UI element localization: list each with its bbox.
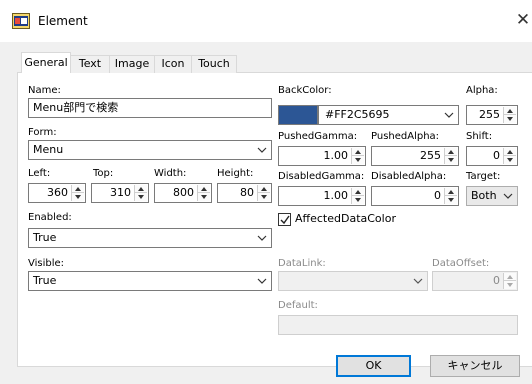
left-stepper[interactable]: 360 bbox=[28, 183, 86, 203]
data-offset-label: DataOffset: bbox=[432, 258, 490, 269]
left-value: 360 bbox=[47, 186, 68, 199]
spin-arrows-icon[interactable] bbox=[503, 273, 516, 289]
chevron-down-icon bbox=[257, 235, 267, 241]
spin-arrows-icon[interactable] bbox=[503, 107, 516, 123]
tab-icon[interactable]: Icon bbox=[154, 55, 192, 73]
height-stepper[interactable]: 80 bbox=[217, 183, 272, 203]
disabled-gamma-value: 1.00 bbox=[323, 189, 349, 202]
affected-data-color-checkbox[interactable] bbox=[278, 213, 291, 226]
form-select[interactable]: Menu bbox=[28, 140, 272, 160]
data-offset-value: 0 bbox=[493, 274, 500, 287]
pushed-alpha-value: 255 bbox=[420, 149, 441, 162]
pushed-gamma-value: 1.00 bbox=[323, 149, 349, 162]
disabled-gamma-label: DisabledGamma: bbox=[278, 171, 365, 182]
pushed-gamma-label: PushedGamma: bbox=[278, 131, 358, 142]
chevron-down-icon bbox=[257, 147, 267, 153]
chevron-down-icon bbox=[503, 193, 513, 199]
spin-arrows-icon[interactable] bbox=[444, 188, 457, 204]
data-link-select[interactable] bbox=[278, 271, 428, 291]
spin-arrows-icon[interactable] bbox=[444, 148, 457, 164]
data-link-label: DataLink: bbox=[278, 258, 326, 269]
left-label: Left: bbox=[28, 168, 51, 179]
app-icon bbox=[12, 13, 30, 29]
shift-stepper[interactable]: 0 bbox=[466, 146, 518, 166]
width-stepper[interactable]: 800 bbox=[154, 183, 212, 203]
window-title: Element bbox=[38, 14, 88, 28]
spin-arrows-icon[interactable] bbox=[257, 185, 270, 201]
pushed-alpha-label: PushedAlpha: bbox=[371, 131, 440, 142]
affected-data-color-label[interactable]: AffectedDataColor bbox=[295, 212, 396, 225]
enabled-value: True bbox=[33, 231, 57, 244]
chevron-down-icon bbox=[257, 278, 267, 284]
alpha-label: Alpha: bbox=[466, 85, 498, 96]
alpha-stepper[interactable]: 255 bbox=[466, 105, 518, 125]
form-label: Form: bbox=[28, 127, 57, 138]
top-value: 310 bbox=[110, 186, 131, 199]
width-label: Width: bbox=[154, 168, 187, 179]
backcolor-select[interactable]: #FF2C5695 bbox=[318, 105, 459, 125]
tab-general[interactable]: General bbox=[21, 52, 71, 73]
height-value: 80 bbox=[240, 186, 254, 199]
tab-image[interactable]: Image bbox=[109, 55, 155, 73]
default-label: Default: bbox=[278, 300, 318, 311]
data-offset-stepper[interactable]: 0 bbox=[432, 271, 518, 291]
backcolor-swatch[interactable] bbox=[278, 105, 318, 125]
disabled-gamma-stepper[interactable]: 1.00 bbox=[278, 186, 366, 206]
default-input[interactable] bbox=[278, 315, 518, 335]
backcolor-label: BackColor: bbox=[278, 85, 332, 96]
pushed-alpha-stepper[interactable]: 255 bbox=[371, 146, 459, 166]
enabled-select[interactable]: True bbox=[28, 228, 272, 248]
target-value: Both bbox=[471, 189, 497, 202]
spin-arrows-icon[interactable] bbox=[503, 148, 516, 164]
backcolor-value: #FF2C5695 bbox=[325, 108, 390, 121]
spin-arrows-icon[interactable] bbox=[351, 188, 364, 204]
spin-arrows-icon[interactable] bbox=[71, 185, 84, 201]
target-label: Target: bbox=[466, 171, 501, 182]
top-label: Top: bbox=[93, 168, 114, 179]
alpha-value: 255 bbox=[479, 108, 500, 121]
name-input[interactable]: Menu部門で検索 bbox=[28, 98, 272, 118]
spin-arrows-icon[interactable] bbox=[134, 185, 147, 201]
tab-touch[interactable]: Touch bbox=[191, 55, 237, 73]
chevron-down-icon bbox=[444, 112, 454, 118]
checkmark-icon bbox=[280, 215, 290, 225]
disabled-alpha-value: 0 bbox=[434, 189, 441, 202]
close-icon[interactable]: ✕ bbox=[514, 9, 532, 31]
form-value: Menu bbox=[33, 143, 64, 156]
disabled-alpha-stepper[interactable]: 0 bbox=[371, 186, 459, 206]
visible-select[interactable]: True bbox=[28, 271, 272, 291]
spin-arrows-icon[interactable] bbox=[197, 185, 210, 201]
shift-label: Shift: bbox=[466, 131, 493, 142]
tab-text[interactable]: Text bbox=[70, 55, 110, 73]
name-label: Name: bbox=[28, 85, 61, 96]
pushed-gamma-stepper[interactable]: 1.00 bbox=[278, 146, 366, 166]
visible-value: True bbox=[33, 274, 57, 287]
top-stepper[interactable]: 310 bbox=[91, 183, 149, 203]
ok-button[interactable]: OK bbox=[336, 355, 411, 377]
height-label: Height: bbox=[217, 168, 254, 179]
chevron-down-icon bbox=[413, 278, 423, 284]
shift-value: 0 bbox=[493, 149, 500, 162]
disabled-alpha-label: DisabledAlpha: bbox=[371, 171, 447, 182]
spin-arrows-icon[interactable] bbox=[351, 148, 364, 164]
target-select[interactable]: Both bbox=[466, 186, 518, 206]
enabled-label: Enabled: bbox=[28, 212, 72, 223]
cancel-button[interactable]: キャンセル bbox=[430, 355, 520, 377]
visible-label: Visible: bbox=[28, 258, 65, 269]
width-value: 800 bbox=[173, 186, 194, 199]
